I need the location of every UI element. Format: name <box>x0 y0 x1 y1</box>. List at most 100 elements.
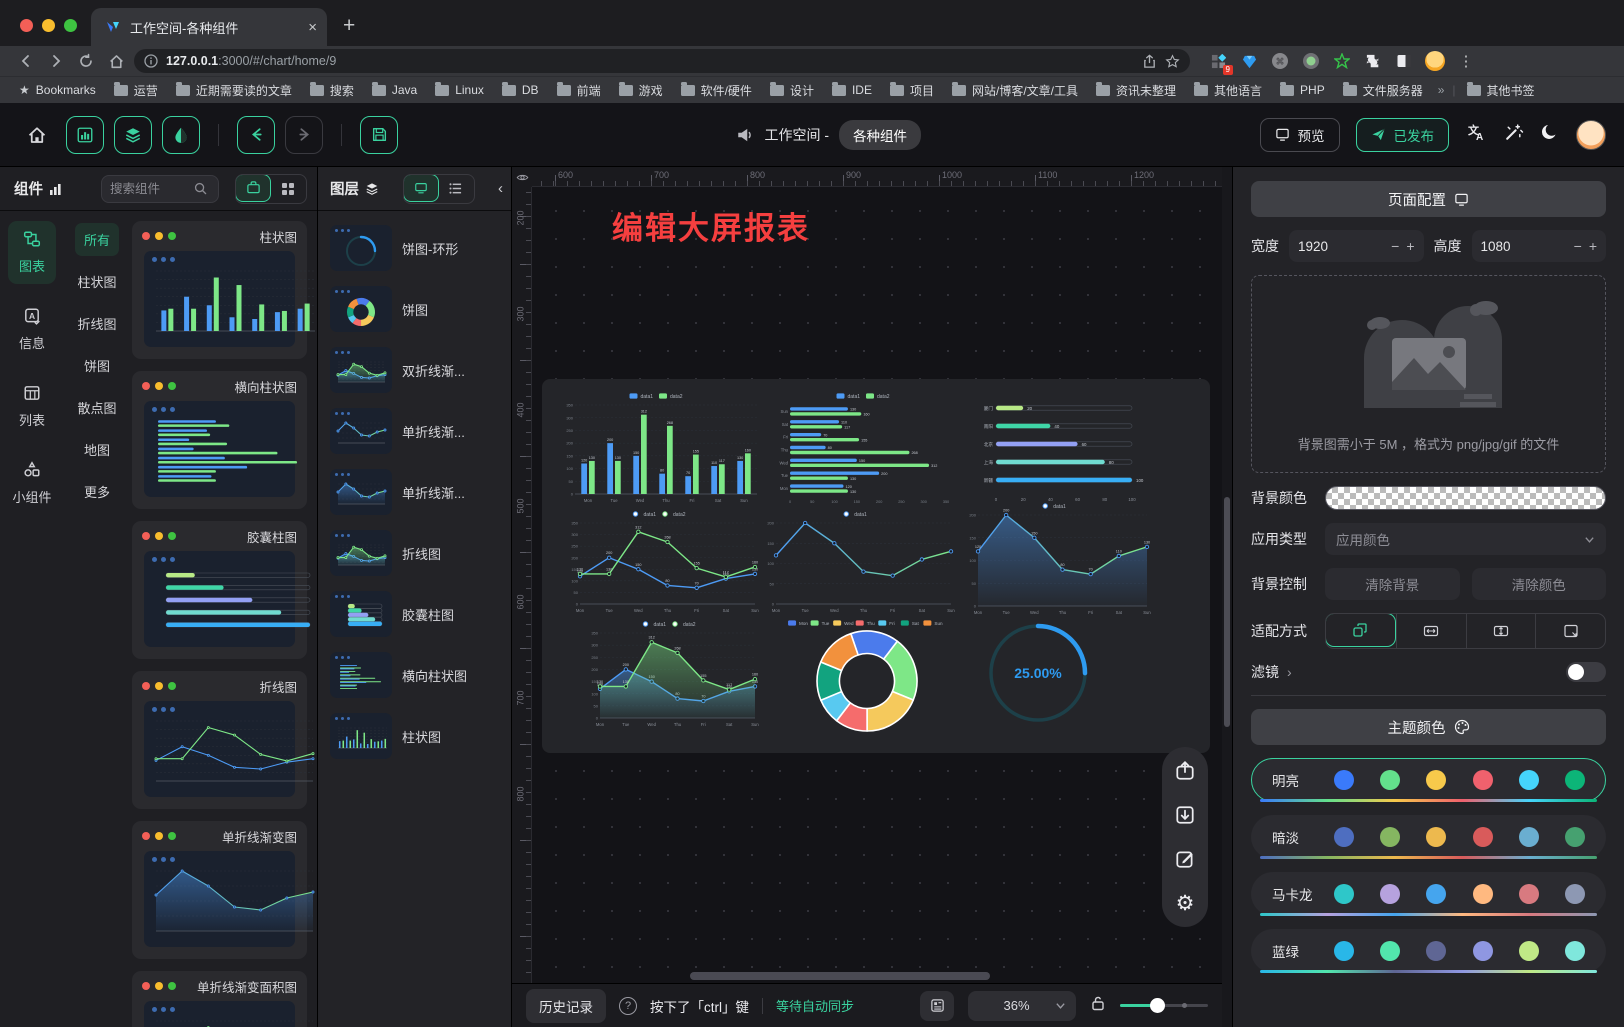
bookmark-folder[interactable]: Java <box>365 81 424 99</box>
bg-color-swatch[interactable] <box>1325 486 1606 510</box>
canvas-area[interactable]: 6007008009001000110012001300 20030040050… <box>512 167 1222 983</box>
theme-color-header[interactable]: 主题颜色 <box>1251 709 1606 745</box>
fit-height-button[interactable] <box>1466 614 1536 648</box>
back-icon[interactable] <box>14 49 38 73</box>
sidebar-tab-widgets[interactable]: 小组件 <box>8 452 56 515</box>
new-tab-button[interactable]: + <box>327 14 371 46</box>
width-value[interactable]: 1920 <box>1298 239 1384 254</box>
layer-item[interactable]: 胶囊柱图 <box>326 589 503 639</box>
category-item[interactable]: 柱状图 <box>69 265 126 298</box>
other-bookmarks-folder[interactable]: 其他书签 <box>1460 80 1542 101</box>
site-info-icon[interactable] <box>144 54 158 68</box>
canvas-chart-line[interactable]: data1050100150200MonTueWedThuFriSatSun <box>760 507 956 615</box>
lock-zoom-icon[interactable] <box>1090 995 1106 1016</box>
sidepanel-icon[interactable] <box>1394 51 1414 71</box>
app-type-select[interactable]: 应用颜色 <box>1325 523 1606 555</box>
fit-width-button[interactable] <box>1396 614 1466 648</box>
reload-icon[interactable] <box>74 49 98 73</box>
export-button[interactable] <box>1173 759 1197 783</box>
components-toggle-button[interactable] <box>66 116 104 154</box>
bookmark-folder[interactable]: 设计 <box>763 80 821 101</box>
fit-stretch-button[interactable] <box>1535 614 1605 648</box>
bookmark-folder[interactable]: 运营 <box>107 80 165 101</box>
bookmark-star-icon[interactable] <box>1165 54 1180 69</box>
macos-traffic-lights[interactable] <box>0 19 91 46</box>
horizontal-scrollbar[interactable] <box>690 972 990 980</box>
canvas-chart-hbar[interactable]: data1data2Sun130160Sat110117Fri70155Thu8… <box>770 389 962 505</box>
clear-color-button[interactable]: 清除颜色 <box>1472 568 1607 600</box>
page-config-header[interactable]: 页面配置 <box>1251 181 1606 217</box>
extension-grid-icon[interactable]: 9 <box>1208 51 1228 71</box>
category-item[interactable]: 折线图 <box>69 307 126 340</box>
component-card[interactable]: 胶囊柱图 <box>132 521 307 659</box>
category-item[interactable]: 饼图 <box>75 349 119 382</box>
minimize-window-button[interactable] <box>42 19 55 32</box>
dashboard-board[interactable]: data1data2050100150200250300350120130Mon… <box>542 379 1210 753</box>
sidebar-tab-info[interactable]: A信息 <box>8 298 56 361</box>
project-view-toggle[interactable] <box>235 174 271 202</box>
layer-item[interactable]: 双折线渐... <box>326 345 503 395</box>
bookmark-folder[interactable]: 其他语言 <box>1187 80 1269 101</box>
layer-item[interactable]: 单折线渐... <box>326 406 503 456</box>
settings-gear-icon[interactable]: ⚙ <box>1173 891 1197 915</box>
canvas-chart-bar[interactable]: data1data2050100150200250300350120130Mon… <box>558 389 760 505</box>
bookmark-folder[interactable]: 网站/博客/文章/工具 <box>945 80 1085 101</box>
detail-toggle-button[interactable] <box>162 116 200 154</box>
preview-button[interactable]: 预览 <box>1260 118 1340 152</box>
fit-auto-button[interactable] <box>1325 613 1396 647</box>
bookmark-folder[interactable]: Linux <box>428 81 491 99</box>
layer-item[interactable]: 饼图 <box>326 284 503 334</box>
close-window-button[interactable] <box>20 19 33 32</box>
filter-toggle[interactable] <box>1566 662 1606 682</box>
undo-button[interactable] <box>237 116 275 154</box>
grid-view-toggle[interactable] <box>270 175 306 203</box>
canvas-chart-line[interactable]: data1data2050100150200250300350120200150… <box>584 617 760 729</box>
height-minus-button[interactable]: − <box>1574 238 1582 254</box>
green-dot-extension-icon[interactable] <box>1301 51 1321 71</box>
address-bar[interactable]: 127.0.0.1:3000/#/chart/home/9 <box>134 49 1190 73</box>
help-icon[interactable]: ? <box>619 997 637 1015</box>
history-button[interactable]: 历史记录 <box>526 989 606 1023</box>
history-panel-button[interactable] <box>920 991 954 1021</box>
zoom-slider-knob[interactable] <box>1150 998 1165 1013</box>
bookmark-folder[interactable]: PHP <box>1273 81 1332 99</box>
star-extension-icon[interactable] <box>1332 51 1352 71</box>
theme-row-暗淡[interactable]: 暗淡 <box>1251 815 1606 859</box>
thumbnail-view-toggle[interactable] <box>403 174 439 202</box>
layer-item[interactable]: 横向柱状图 <box>326 650 503 700</box>
dark-mode-moon-icon[interactable] <box>1540 122 1560 147</box>
category-item[interactable]: 地图 <box>75 433 119 466</box>
edit-button[interactable] <box>1173 847 1197 871</box>
sidebar-tab-charts[interactable]: 图表 <box>8 221 56 284</box>
browser-menu-icon[interactable]: ⋮ <box>1456 51 1476 71</box>
bookmark-folder[interactable]: 前端 <box>550 80 608 101</box>
language-switch-icon[interactable]: 文A <box>1465 121 1487 148</box>
bookmarks-overflow-chevron[interactable]: » <box>1434 83 1449 97</box>
bookmark-folder[interactable]: 资讯未整理 <box>1089 80 1183 101</box>
zoom-select[interactable]: 36% <box>968 991 1076 1021</box>
bookmarks-root[interactable]: ★Bookmarks <box>12 81 103 99</box>
sidebar-tab-list[interactable]: 列表 <box>8 375 56 438</box>
bookmark-folder[interactable]: 近期需要读的文章 <box>169 80 299 101</box>
save-button[interactable] <box>360 116 398 154</box>
component-card[interactable]: 单折线渐变面积图 <box>132 971 307 1027</box>
share-icon[interactable] <box>1142 54 1157 69</box>
bookmark-folder[interactable]: 搜索 <box>303 80 361 101</box>
canvas-chart-pie[interactable]: MonTueWedThuFriSatSun <box>774 615 960 735</box>
height-plus-button[interactable]: + <box>1589 238 1597 254</box>
component-card[interactable]: 折线图 <box>132 671 307 809</box>
bookmark-folder[interactable]: 游戏 <box>612 80 670 101</box>
home-button[interactable] <box>18 116 56 154</box>
component-search[interactable] <box>101 175 219 203</box>
zoom-window-button[interactable] <box>64 19 77 32</box>
browser-tab[interactable]: 工作空间-各种组件 × <box>91 8 327 46</box>
collapse-panel-chevron[interactable]: ‹ <box>498 180 503 197</box>
component-card[interactable]: 单折线渐变图 <box>132 821 307 959</box>
bookmark-folder[interactable]: 软件/硬件 <box>674 80 759 101</box>
puzzle-extensions-icon[interactable] <box>1363 51 1383 71</box>
layer-item[interactable]: 折线图 <box>326 528 503 578</box>
bookmark-folder[interactable]: DB <box>495 81 546 99</box>
layer-item[interactable]: 柱状图 <box>326 711 503 761</box>
width-stepper[interactable]: 1920−+ <box>1289 230 1424 262</box>
height-stepper[interactable]: 1080−+ <box>1472 230 1607 262</box>
